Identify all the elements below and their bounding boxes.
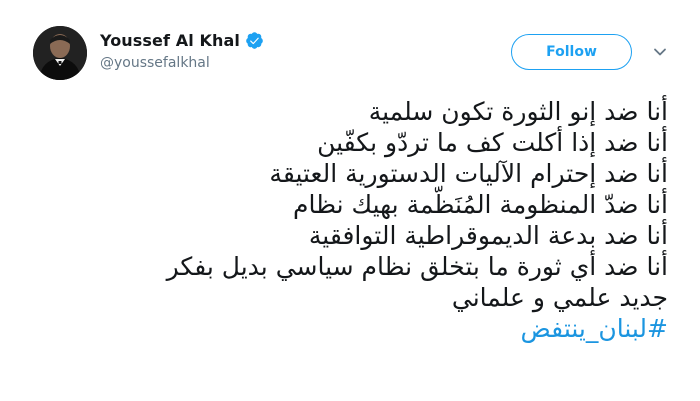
author-block: Youssef Al Khal @youssefalkhal (100, 29, 264, 71)
tweet-line: أنا ضد بدعة الديموقراطية التوافقية (308, 221, 668, 250)
tweet-line: أنا ضد إذا أكلت كف ما تردّو بكفّين (317, 128, 668, 157)
profile-photo-icon (33, 26, 87, 80)
chevron-down-icon[interactable] (652, 44, 668, 60)
tweet-line: أنا ضدّ المنظومة المُنَظّمة بهيك نظام (293, 190, 668, 219)
tweet-card: Youssef Al Khal @youssefalkhal Follow أن… (0, 0, 700, 401)
follow-button[interactable]: Follow (511, 34, 632, 70)
author-name[interactable]: Youssef Al Khal (100, 31, 240, 50)
avatar[interactable] (33, 26, 87, 80)
hashtag-link[interactable]: #لبنان_ينتفض (28, 313, 668, 344)
author-handle[interactable]: @youssefalkhal (100, 55, 264, 71)
tweet-line: أنا ضد إحترام الآليات الدستورية العتيقة (269, 159, 668, 188)
tweet-line: جديد علمي و علماني (451, 283, 668, 312)
tweet-line: أنا ضد أي ثورة ما بتخلق نظام سياسي بديل … (166, 252, 668, 281)
tweet-text: أنا ضد إنو الثورة تكون سلمية أنا ضد إذا … (28, 96, 668, 344)
author-name-row: Youssef Al Khal (100, 29, 264, 51)
verified-badge-icon (245, 31, 264, 50)
tweet-line: أنا ضد إنو الثورة تكون سلمية (368, 97, 668, 126)
